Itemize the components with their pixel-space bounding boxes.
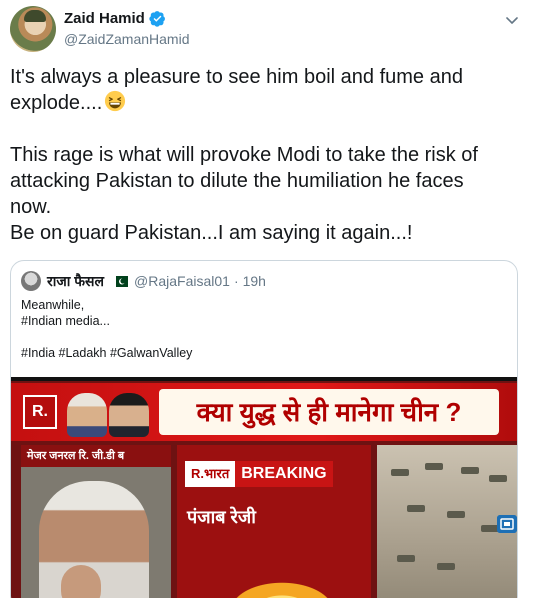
tank-icon	[397, 555, 415, 562]
breaking-brand: R.भारत	[185, 461, 236, 487]
quoted-timestamp: 19h	[242, 273, 266, 289]
tank-icon	[407, 505, 425, 512]
media-speaker-hand	[61, 565, 101, 598]
media-right-panel	[377, 445, 517, 598]
breaking-label: BREAKING	[235, 461, 333, 487]
media-headline-banner: R. क्या युद्ध से ही मानेगा चीन ?	[11, 383, 517, 441]
tank-icon	[447, 511, 465, 518]
media-gallery-icon[interactable]	[497, 515, 517, 533]
quoted-text: Meanwhile, #Indian media... #India #Lada…	[21, 297, 501, 361]
quoted-author-avatar	[21, 271, 41, 291]
tweet-line: attacking Pakistan to dilute the humilia…	[10, 170, 464, 192]
media-subtitle: पंजाब रेजी	[187, 507, 256, 527]
media-headline: क्या युद्ध से ही मानेगा चीन ?	[159, 389, 499, 435]
chevron-down-icon[interactable]	[502, 10, 522, 30]
media-middle-panel: R.भारत BREAKING पंजाब रेजी	[177, 445, 371, 598]
channel-logo: R.	[23, 395, 57, 429]
media-fire-graphic	[217, 575, 347, 598]
breaking-tag: R.भारत BREAKING	[185, 461, 333, 487]
quoted-author-handle: @RajaFaisal01	[134, 273, 230, 289]
verified-badge-icon	[149, 11, 165, 27]
tweet-line: explode....	[10, 92, 103, 114]
tweet-card: Zaid Hamid @ZaidZamanHamid It's always a…	[0, 0, 536, 598]
tweet-line-with-emoji: explode....	[10, 90, 522, 116]
quoted-line: #Indian media...	[21, 314, 110, 328]
tweet-line: It's always a pleasure to see him boil a…	[10, 66, 463, 88]
tweet-line: This rage is what will provoke Modi to t…	[10, 144, 478, 166]
quoted-hashtags[interactable]: #India #Ladakh #GalwanValley	[21, 345, 501, 361]
media-face-left	[67, 393, 107, 437]
quoted-author-name: राजा फैसल	[47, 272, 105, 289]
author-avatar[interactable]	[10, 6, 56, 52]
pakistan-flag-icon	[112, 275, 129, 287]
tweet-line: now.	[10, 196, 52, 218]
media-left-panel: मेजर जनरल रि. जी.डी ब	[21, 445, 171, 598]
quoted-media-video[interactable]: R. क्या युद्ध से ही मानेगा चीन ? मेजर जन…	[11, 377, 517, 598]
media-face-right	[109, 393, 149, 437]
quoted-tweet[interactable]: राजा फैसल @RajaFaisal01 · 19h Meanwhile,…	[10, 260, 518, 598]
author-display-name[interactable]: Zaid Hamid	[64, 10, 145, 27]
quoted-line: Meanwhile,	[21, 298, 85, 312]
tweet-header: Zaid Hamid @ZaidZamanHamid	[10, 6, 530, 54]
tank-icon	[437, 563, 455, 570]
tank-icon	[461, 467, 479, 474]
grinning-squinting-face-emoji-icon	[105, 90, 126, 112]
quoted-tweet-header: राजा फैसल @RajaFaisal01 · 19h	[21, 271, 266, 291]
media-left-caption: मेजर जनरल रि. जी.डी ब	[21, 445, 171, 467]
tank-icon	[391, 469, 409, 476]
tweet-line: Be on guard Pakistan...I am saying it ag…	[10, 222, 413, 244]
author-handle[interactable]: @ZaidZamanHamid	[64, 31, 189, 47]
media-top-bar	[11, 377, 517, 381]
tank-icon	[425, 463, 443, 470]
tweet-text: It's always a pleasure to see him boil a…	[10, 64, 522, 246]
tank-icon	[489, 475, 507, 482]
author-name-row[interactable]: Zaid Hamid	[64, 10, 166, 27]
separator-dot: ·	[233, 273, 239, 289]
